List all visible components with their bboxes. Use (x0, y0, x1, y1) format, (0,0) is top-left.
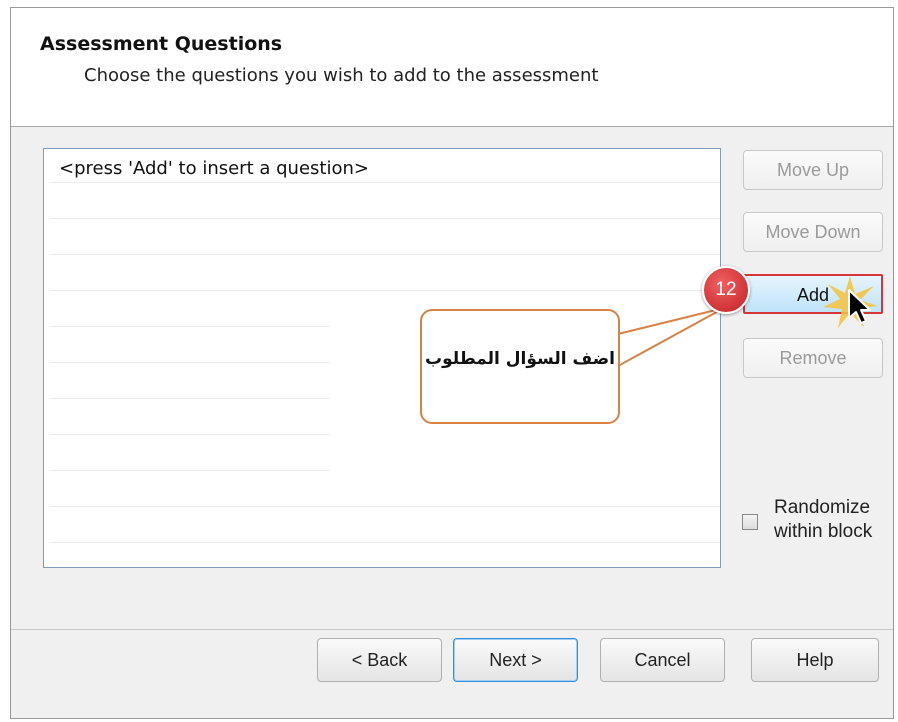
page-subtitle: Choose the questions you wish to add to … (84, 65, 599, 86)
next-button[interactable]: Next > (453, 638, 578, 682)
row-divider (50, 542, 720, 543)
row-divider (50, 398, 330, 399)
row-divider (50, 362, 330, 363)
row-divider (50, 326, 330, 327)
mouse-cursor-icon (848, 289, 871, 324)
move-up-button[interactable]: Move Up (743, 150, 883, 190)
row-divider (50, 290, 720, 291)
row-divider (50, 218, 720, 219)
wizard-header: Assessment Questions Choose the question… (11, 8, 893, 127)
page-title: Assessment Questions (40, 33, 283, 55)
randomize-label-line1: Randomize (774, 497, 871, 518)
row-divider (50, 434, 330, 435)
step-number-badge: 12 (702, 266, 750, 314)
randomize-label-line2: within block (774, 521, 873, 542)
row-divider (50, 506, 720, 507)
callout-text: اضف السؤال المطلوب (425, 349, 615, 369)
randomize-label[interactable]: Randomize within block (774, 496, 898, 544)
instruction-callout: اضف السؤال المطلوب (420, 309, 620, 424)
list-placeholder-text: <press 'Add' to insert a question> (59, 158, 369, 179)
footer-divider (11, 629, 893, 630)
row-divider (50, 470, 330, 471)
row-divider (50, 254, 720, 255)
move-down-button[interactable]: Move Down (743, 212, 883, 252)
help-button[interactable]: Help (751, 638, 879, 682)
randomize-checkbox[interactable] (742, 514, 758, 530)
back-button[interactable]: < Back (317, 638, 442, 682)
remove-button[interactable]: Remove (743, 338, 883, 378)
cancel-button[interactable]: Cancel (600, 638, 725, 682)
row-divider (50, 182, 720, 183)
